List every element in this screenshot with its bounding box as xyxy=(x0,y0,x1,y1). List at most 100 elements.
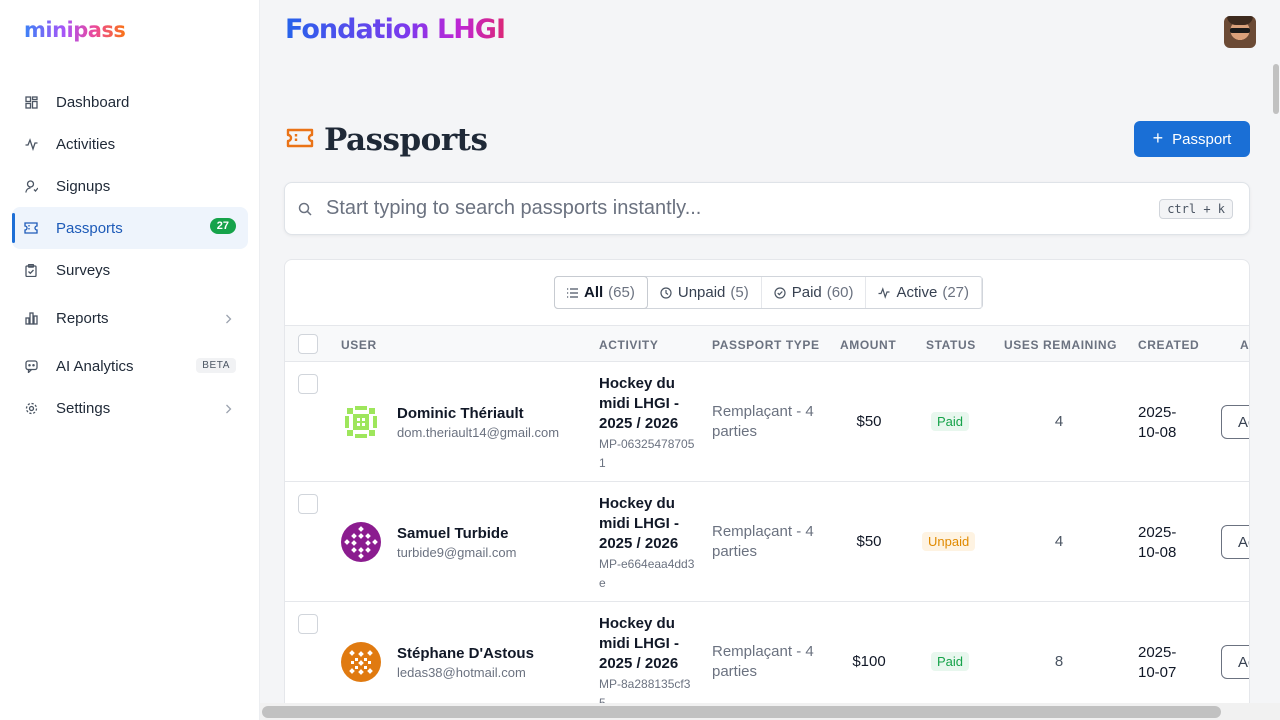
user-avatar xyxy=(341,642,381,682)
organization-name: Fondation LHGI xyxy=(285,14,506,45)
row-checkbox[interactable] xyxy=(298,374,318,394)
filter-label: All xyxy=(584,284,604,301)
filter-paid[interactable]: Paid (60) xyxy=(762,277,867,308)
sidebar-item-label: Reports xyxy=(56,309,109,327)
sidebar-item-reports[interactable]: Reports xyxy=(12,297,248,339)
user-email: ledas38@hotmail.com xyxy=(397,665,526,680)
status-badge: Unpaid xyxy=(922,532,976,551)
column-header-uses-remaining[interactable]: USES REMAINING xyxy=(1004,338,1117,352)
user-email: turbide9@gmail.com xyxy=(397,545,517,560)
sidebar-item-settings[interactable]: Settings xyxy=(12,387,248,429)
sidebar-item-surveys[interactable]: Surveys xyxy=(12,249,248,291)
user-name[interactable]: Dominic Thériault xyxy=(397,405,524,422)
vertical-scrollbar-thumb[interactable] xyxy=(1273,64,1279,114)
plus-icon: + xyxy=(1152,127,1164,148)
user-name[interactable]: Samuel Turbide xyxy=(397,525,508,542)
activity-icon xyxy=(24,137,38,151)
sidebar-item-ai-analytics[interactable]: AI Analytics BETA xyxy=(12,345,248,387)
sidebar-item-label: Dashboard xyxy=(56,93,130,111)
column-header-actions: ACTIONS xyxy=(1240,338,1250,352)
sidebar-nav: Dashboard Activities Signups Passports 2… xyxy=(12,81,248,429)
amount: $100 xyxy=(852,653,886,670)
row-checkbox[interactable] xyxy=(298,614,318,634)
user-avatar[interactable] xyxy=(1224,16,1256,48)
activity-name: Hockey du midi LHGI - 2025 / 2026 xyxy=(599,495,679,552)
actions-button[interactable]: Actions xyxy=(1221,405,1249,439)
passport-type: Remplaçant - 4 parties xyxy=(712,523,814,560)
brand-logo[interactable]: minipass xyxy=(24,18,126,42)
add-passport-label: Passport xyxy=(1172,130,1232,148)
sidebar-item-signups[interactable]: Signups xyxy=(12,165,248,207)
clock-icon xyxy=(660,286,672,299)
filter-unpaid[interactable]: Unpaid (5) xyxy=(648,277,762,308)
status-badge: Paid xyxy=(931,412,970,431)
filter-tabs: All (65) Unpaid (5) Paid (60) Active (27… xyxy=(554,276,984,309)
row-checkbox[interactable] xyxy=(298,494,318,514)
filter-all[interactable]: All (65) xyxy=(554,276,648,309)
activity-name: Hockey du midi LHGI - 2025 / 2026 xyxy=(599,615,679,672)
sidebar: minipass Dashboard Activities Signups Pa… xyxy=(0,0,260,720)
status-badge: Paid xyxy=(931,652,970,671)
column-header-amount[interactable]: AMOUNT xyxy=(840,338,896,352)
user-avatar xyxy=(341,402,381,442)
clipboard-icon xyxy=(24,263,38,277)
chevron-right-icon xyxy=(225,311,232,328)
add-passport-button[interactable]: + Passport xyxy=(1134,121,1250,157)
user-icon xyxy=(24,179,38,193)
filter-active[interactable]: Active (27) xyxy=(866,277,983,308)
chat-icon xyxy=(24,359,38,373)
filter-label: Unpaid xyxy=(677,284,726,301)
sidebar-item-dashboard[interactable]: Dashboard xyxy=(12,81,248,123)
filter-label: Paid xyxy=(791,284,822,301)
activity-name: Hockey du midi LHGI - 2025 / 2026 xyxy=(599,375,679,432)
filter-count: (5) xyxy=(730,284,749,301)
sidebar-item-label: Signups xyxy=(56,177,111,195)
search-input[interactable] xyxy=(326,197,1160,220)
sidebar-item-passports[interactable]: Passports 27 xyxy=(12,207,248,249)
created-date: 2025-10-08 xyxy=(1138,524,1177,561)
uses-remaining: 4 xyxy=(1054,533,1064,550)
user-email: dom.theriault14@gmail.com xyxy=(397,425,560,440)
table-row[interactable]: Samuel Turbide turbide9@gmail.com Hockey… xyxy=(285,482,1249,602)
column-header-activity[interactable]: ACTIVITY xyxy=(599,338,658,352)
ticket-icon xyxy=(286,127,314,154)
amount: $50 xyxy=(856,533,882,550)
uses-remaining: 4 xyxy=(1054,413,1064,430)
chevron-right-icon xyxy=(225,401,232,418)
check-circle-icon xyxy=(774,286,786,299)
page-title: Passports xyxy=(324,122,488,158)
column-header-status[interactable]: STATUS xyxy=(926,338,976,352)
sidebar-item-activities[interactable]: Activities xyxy=(12,123,248,165)
chart-icon xyxy=(24,311,38,325)
column-header-user[interactable]: USER xyxy=(341,338,377,352)
sidebar-item-label: Passports xyxy=(56,219,123,237)
uses-remaining: 8 xyxy=(1054,653,1064,670)
column-header-created[interactable]: CREATED xyxy=(1138,338,1199,352)
search-icon xyxy=(298,202,312,216)
created-date: 2025-10-07 xyxy=(1138,644,1177,681)
vertical-scrollbar[interactable] xyxy=(1272,60,1280,703)
filter-count: (27) xyxy=(942,284,970,301)
table-row[interactable]: Dominic Thériault dom.theriault14@gmail.… xyxy=(285,362,1249,482)
sidebar-item-label: Surveys xyxy=(56,261,111,279)
ticket-icon xyxy=(24,221,38,235)
actions-button[interactable]: Actions xyxy=(1221,525,1249,559)
passport-id: MP-063254787051 xyxy=(599,437,695,470)
gear-icon xyxy=(24,401,38,415)
horizontal-scrollbar-thumb[interactable] xyxy=(262,706,1221,718)
filter-label: Active xyxy=(896,284,938,301)
avatar-hair xyxy=(1227,16,1253,25)
column-header-passport-type[interactable]: PASSPORT TYPE xyxy=(712,338,820,352)
keyboard-shortcut: ctrl + k xyxy=(1159,198,1233,219)
user-avatar xyxy=(341,522,381,562)
sidebar-item-label: Settings xyxy=(56,399,111,417)
passports-table-card: All (65) Unpaid (5) Paid (60) Active (27… xyxy=(284,259,1250,720)
select-all-checkbox[interactable] xyxy=(298,334,318,354)
passport-type: Remplaçant - 4 parties xyxy=(712,403,814,440)
user-name[interactable]: Stéphane D'Astous xyxy=(397,645,534,662)
actions-button[interactable]: Actions xyxy=(1221,645,1249,679)
passports-count-badge: 27 xyxy=(209,218,236,234)
avatar-glasses xyxy=(1230,28,1250,33)
dashboard-icon xyxy=(24,95,38,109)
activity-icon xyxy=(878,286,890,299)
